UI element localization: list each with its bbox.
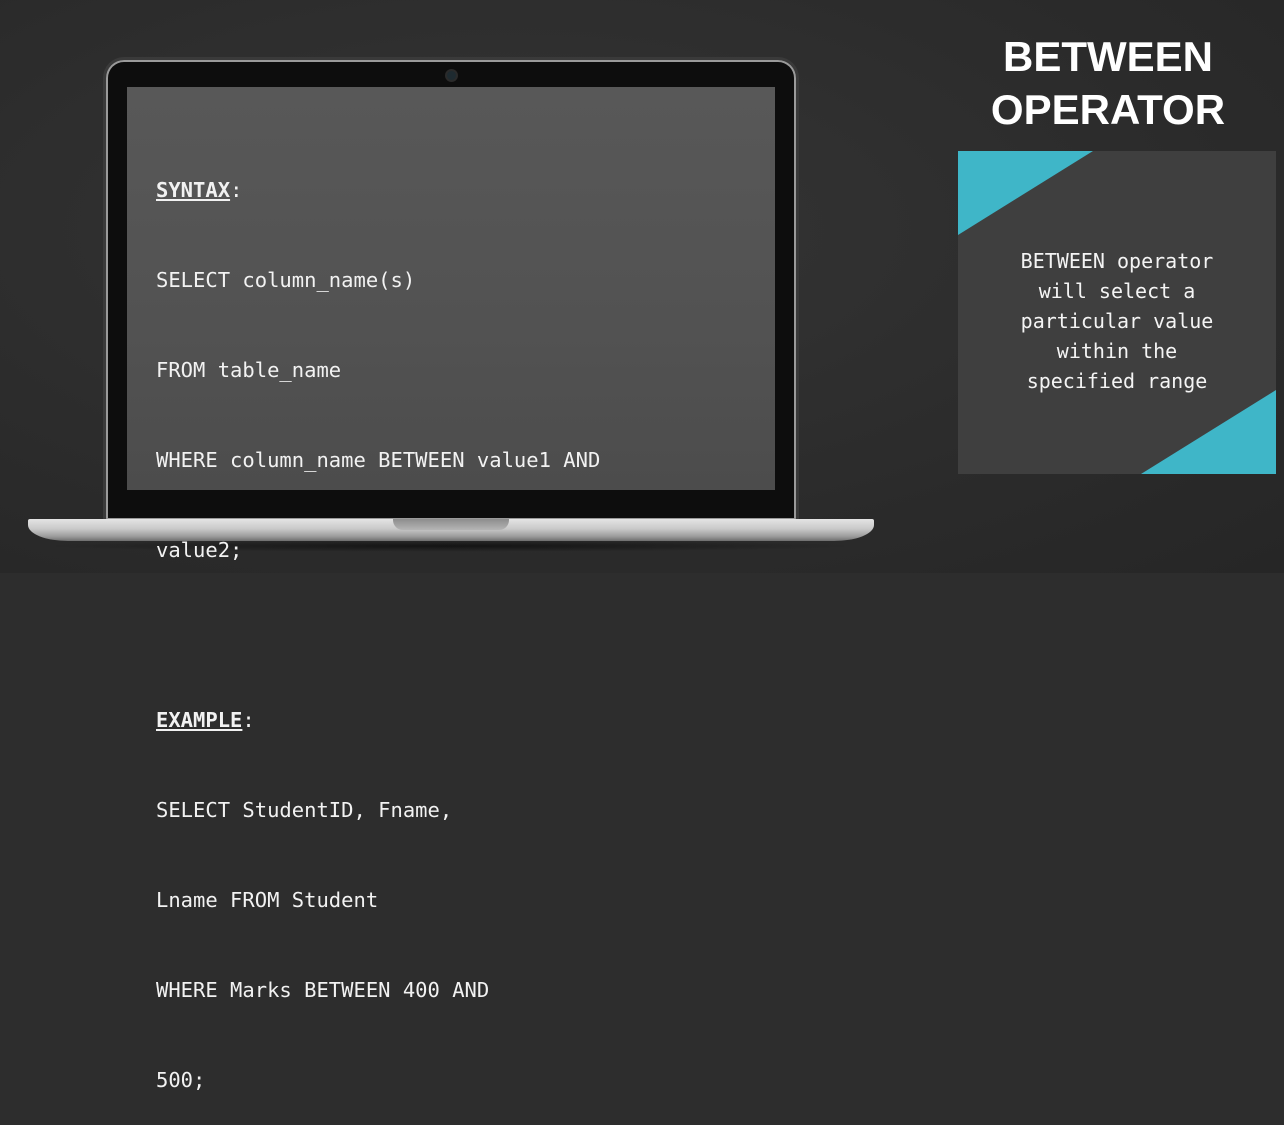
syntax-line: SELECT column_name(s) bbox=[156, 268, 416, 292]
accent-triangle-bottom bbox=[1141, 390, 1276, 474]
example-line: SELECT StudentID, Fname, bbox=[156, 798, 453, 822]
description-line: particular value bbox=[1020, 309, 1214, 333]
code-block: SYNTAX: SELECT column_name(s) FROM table… bbox=[156, 115, 600, 1125]
accent-triangle-top bbox=[958, 151, 1093, 235]
syntax-colon: : bbox=[230, 178, 243, 202]
example-heading: EXAMPLE: bbox=[156, 705, 600, 735]
title-line-2: OPERATOR bbox=[990, 86, 1226, 133]
syntax-heading: SYNTAX: bbox=[156, 175, 600, 205]
description-line: will select a bbox=[1038, 279, 1196, 303]
camera-icon bbox=[447, 71, 456, 80]
syntax-line: FROM table_name bbox=[156, 358, 342, 382]
description-line: within the bbox=[1056, 339, 1178, 363]
syntax-line: WHERE column_name BETWEEN value1 AND bbox=[156, 448, 601, 472]
description-line: BETWEEN operator bbox=[1020, 249, 1214, 273]
description-line: specified range bbox=[1026, 369, 1208, 393]
example-label: EXAMPLE bbox=[156, 708, 243, 732]
page-title: BETWEEN OPERATOR bbox=[958, 30, 1258, 136]
syntax-line: value2; bbox=[156, 538, 243, 562]
example-line: WHERE Marks BETWEEN 400 AND bbox=[156, 978, 490, 1002]
description-text: BETWEEN operator will select a particula… bbox=[958, 246, 1276, 396]
syntax-label: SYNTAX bbox=[156, 178, 231, 202]
title-line-1: BETWEEN bbox=[1003, 33, 1213, 80]
example-line: Lname FROM Student bbox=[156, 888, 379, 912]
example-colon: : bbox=[242, 708, 255, 732]
example-line: 500; bbox=[156, 1068, 206, 1092]
description-panel: BETWEEN operator will select a particula… bbox=[958, 151, 1276, 474]
